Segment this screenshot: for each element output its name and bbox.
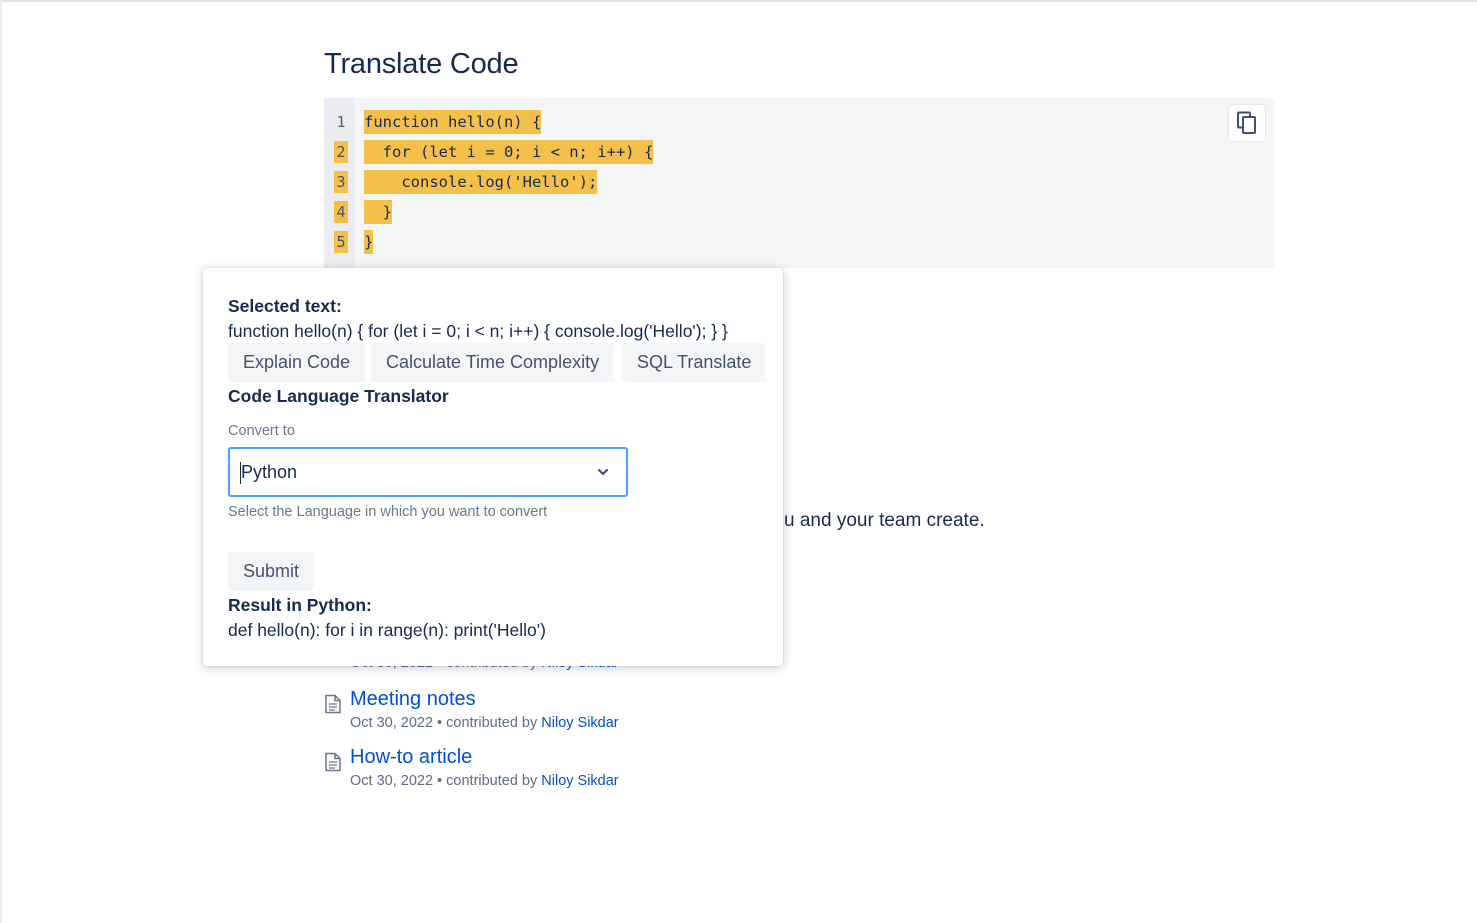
- code-line: }: [364, 200, 392, 224]
- code-line: }: [364, 230, 374, 254]
- selected-language-value: Python: [241, 462, 298, 482]
- sql-translate-button[interactable]: SQL Translate: [622, 343, 767, 382]
- line-number: 3: [334, 171, 348, 193]
- selected-text-label: Selected text:: [228, 296, 342, 316]
- document-title-link[interactable]: Meeting notes: [350, 688, 476, 711]
- selected-text-value: function hello(n) { for (let i = 0; i < …: [228, 321, 728, 341]
- document-meta-separator: • contributed by: [433, 773, 542, 789]
- convert-to-label: Convert to: [228, 423, 295, 439]
- code-line: console.log('Hello');: [364, 170, 598, 194]
- code-actions-popup: Selected text: function hello(n) { for (…: [203, 268, 783, 666]
- translator-section-title: Code Language Translator: [228, 386, 449, 406]
- line-number: 5: [334, 231, 348, 253]
- copy-icon: [1237, 111, 1256, 134]
- target-language-select[interactable]: Python: [228, 447, 628, 497]
- document-meta: Oct 30, 2022 • contributed by Niloy Sikd…: [350, 773, 619, 789]
- chevron-down-icon: [597, 468, 609, 476]
- document-icon: [325, 694, 341, 714]
- page-title: Translate Code: [324, 48, 519, 80]
- convert-helper-text: Select the Language in which you want to…: [228, 504, 548, 520]
- copy-code-button[interactable]: [1228, 104, 1266, 142]
- document-author-link[interactable]: Niloy Sikdar: [541, 715, 618, 731]
- document-author-link[interactable]: Niloy Sikdar: [541, 773, 618, 789]
- document-meta: Oct 30, 2022 • contributed by Niloy Sikd…: [350, 715, 619, 731]
- document-icon: [325, 752, 341, 772]
- window-left-border: [0, 0, 2, 923]
- submit-button[interactable]: Submit: [228, 552, 315, 591]
- document-meta-separator: • contributed by: [433, 715, 542, 731]
- result-label: Result in Python:: [228, 595, 372, 615]
- document-date: Oct 30, 2022: [350, 773, 434, 789]
- code-line: function hello(n) {: [364, 110, 542, 134]
- explain-code-button[interactable]: Explain Code: [228, 343, 366, 382]
- code-line: for (let i = 0; i < n; i++) {: [364, 140, 654, 164]
- page-description-text: u and your team create.: [784, 510, 985, 531]
- result-text: def hello(n): for i in range(n): print('…: [228, 620, 546, 640]
- calculate-time-complexity-button[interactable]: Calculate Time Complexity: [371, 343, 615, 382]
- document-title-link[interactable]: How-to article: [350, 746, 472, 769]
- line-number: 1: [336, 113, 346, 131]
- line-number: 4: [334, 201, 348, 223]
- code-block[interactable]: 1 2 3 4 5 function hello(n) { for (let i…: [324, 98, 1274, 268]
- line-number: 2: [334, 141, 348, 163]
- document-date: Oct 30, 2022: [350, 715, 434, 731]
- window-top-border: [0, 0, 1477, 2]
